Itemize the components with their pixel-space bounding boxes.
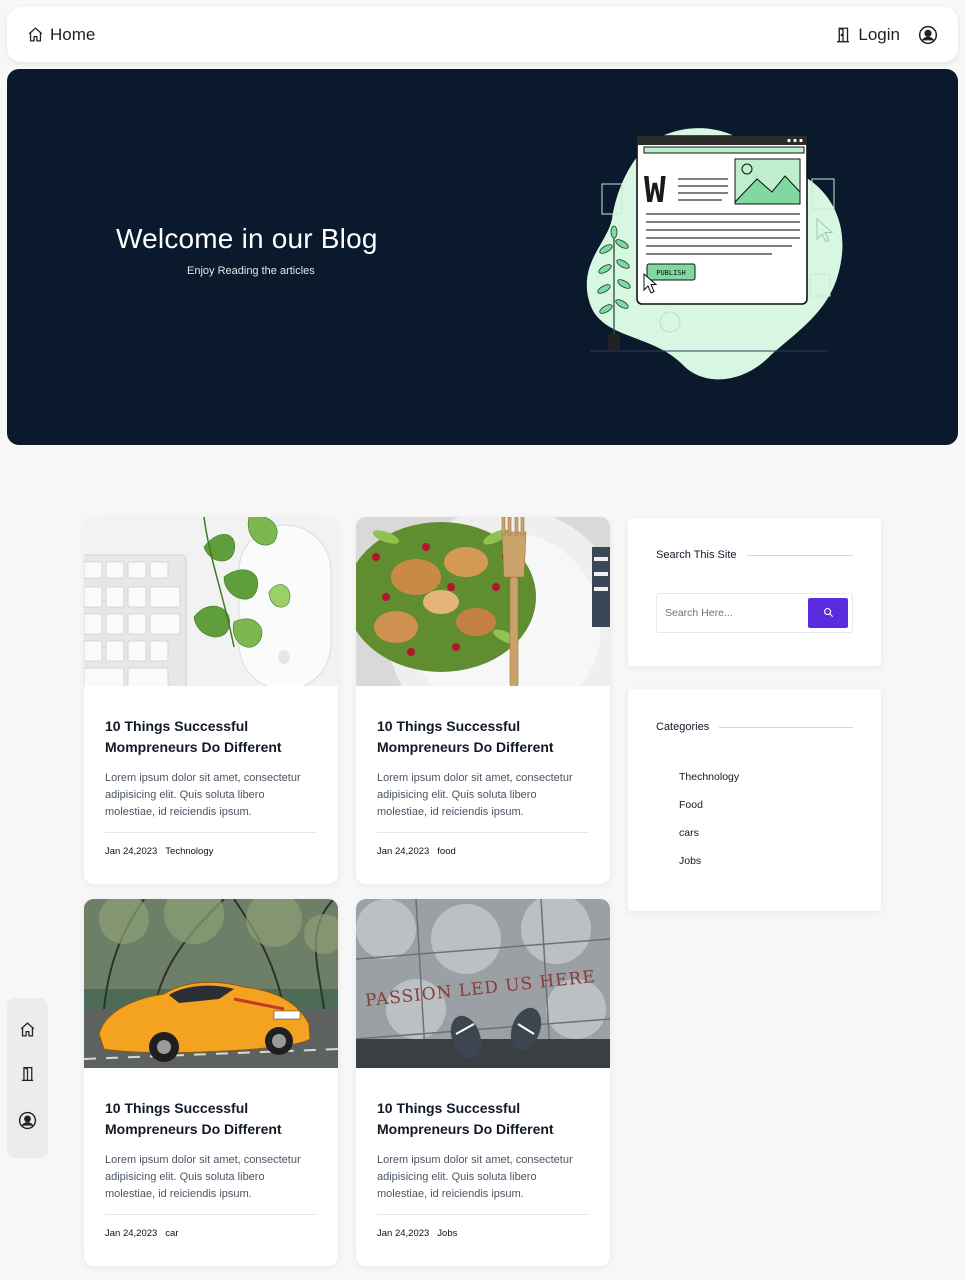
category-item[interactable]: Thechnology bbox=[679, 771, 853, 799]
post-category[interactable]: Technology bbox=[165, 846, 213, 857]
search-widget-title: Search This Site bbox=[656, 549, 737, 561]
post-excerpt: Lorem ipsum dolor sit amet, consectetur … bbox=[105, 1154, 301, 1200]
heading-divider bbox=[719, 726, 853, 728]
search-widget-heading: Search This Site bbox=[656, 549, 853, 561]
post-excerpt: Lorem ipsum dolor sit amet, consectetur … bbox=[105, 772, 301, 818]
post-category[interactable]: Jobs bbox=[437, 1228, 457, 1239]
post-meta: Jan 24,2023 Technology bbox=[105, 832, 317, 857]
nav-login-link[interactable]: Login bbox=[834, 25, 900, 45]
category-item[interactable]: Jobs bbox=[679, 855, 853, 883]
post-card[interactable]: 10 Things Successful Mompreneurs Do Diff… bbox=[84, 517, 338, 884]
nav-login-label: Login bbox=[858, 24, 900, 44]
category-list: Thechnology Food cars Jobs bbox=[656, 771, 853, 883]
hero-title: Welcome in our Blog bbox=[116, 223, 378, 254]
blog-publishing-illustration: W PUBLISH bbox=[582, 124, 857, 389]
post-date: Jan 24,2023 bbox=[377, 1228, 430, 1239]
post-title[interactable]: 10 Things Successful Mompreneurs Do Diff… bbox=[105, 1098, 317, 1140]
post-date: Jan 24,2023 bbox=[105, 846, 158, 857]
post-image-salad[interactable] bbox=[356, 517, 610, 686]
hero-subtitle: Enjoy Reading the articles bbox=[187, 265, 315, 277]
door-icon bbox=[834, 25, 852, 45]
post-image-keyboard-mouse[interactable] bbox=[84, 517, 338, 686]
post-card[interactable]: 10 Things Successful Mompreneurs Do Diff… bbox=[356, 517, 610, 884]
floating-side-nav bbox=[7, 998, 48, 1158]
home-icon bbox=[27, 26, 44, 43]
user-circle-icon[interactable] bbox=[918, 25, 938, 45]
post-meta: Jan 24,2023 car bbox=[105, 1214, 317, 1239]
post-excerpt: Lorem ipsum dolor sit amet, consectetur … bbox=[377, 772, 573, 818]
search-button[interactable] bbox=[808, 598, 848, 628]
category-item[interactable]: cars bbox=[679, 827, 853, 855]
post-image-passion-pavement[interactable]: PASSION LED US HERE bbox=[356, 899, 610, 1068]
post-title[interactable]: 10 Things Successful Mompreneurs Do Diff… bbox=[377, 1098, 589, 1140]
post-title[interactable]: 10 Things Successful Mompreneurs Do Diff… bbox=[377, 716, 589, 758]
post-meta: Jan 24,2023 food bbox=[377, 832, 589, 857]
post-card[interactable]: PASSION LED US HERE 10 Things Successful… bbox=[356, 899, 610, 1266]
user-circle-icon[interactable] bbox=[18, 1111, 37, 1135]
search-input[interactable] bbox=[657, 594, 808, 632]
top-navbar: Home Login bbox=[7, 7, 958, 62]
search-widget: Search This Site bbox=[628, 518, 881, 666]
post-category[interactable]: car bbox=[165, 1228, 178, 1239]
post-date: Jan 24,2023 bbox=[105, 1228, 158, 1239]
search-form bbox=[656, 593, 853, 633]
svg-text:PUBLISH: PUBLISH bbox=[656, 269, 686, 277]
home-icon[interactable] bbox=[19, 1021, 36, 1043]
svg-text:W: W bbox=[644, 170, 666, 211]
heading-divider bbox=[746, 554, 853, 556]
categories-widget-title: Categories bbox=[656, 721, 710, 733]
post-excerpt: Lorem ipsum dolor sit amet, consectetur … bbox=[377, 1154, 573, 1200]
nav-home-label: Home bbox=[50, 24, 96, 44]
post-title[interactable]: 10 Things Successful Mompreneurs Do Diff… bbox=[105, 716, 317, 758]
post-meta: Jan 24,2023 Jobs bbox=[377, 1214, 589, 1239]
post-category[interactable]: food bbox=[437, 846, 456, 857]
post-card[interactable]: 10 Things Successful Mompreneurs Do Diff… bbox=[84, 899, 338, 1266]
nav-home-link[interactable]: Home bbox=[27, 25, 95, 45]
post-date: Jan 24,2023 bbox=[377, 846, 430, 857]
search-icon bbox=[823, 606, 834, 621]
category-item[interactable]: Food bbox=[679, 799, 853, 827]
hero-banner: Welcome in our Blog Enjoy Reading the ar… bbox=[7, 69, 958, 445]
door-icon[interactable] bbox=[19, 1064, 36, 1089]
post-image-sports-car[interactable] bbox=[84, 899, 338, 1068]
categories-widget-heading: Categories bbox=[656, 721, 853, 733]
categories-widget: Categories Thechnology Food cars Jobs bbox=[628, 689, 881, 911]
